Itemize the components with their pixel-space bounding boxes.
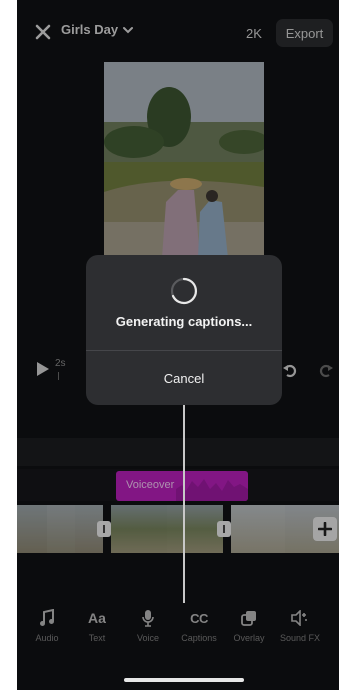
clip-thumbnail: [47, 505, 75, 553]
dialog-title: Generating captions...: [115, 314, 253, 329]
tool-audio[interactable]: Audio: [22, 608, 72, 643]
resolution-selector[interactable]: 2K: [246, 26, 262, 41]
text-aa-icon: Aa: [88, 610, 106, 626]
microphone-icon: [142, 610, 154, 627]
clip-trim-handle[interactable]: [217, 521, 231, 537]
music-note-icon: [40, 609, 54, 626]
tool-voice[interactable]: Voice: [123, 608, 173, 643]
undo-icon[interactable]: [282, 362, 298, 378]
tool-label: Audio: [35, 633, 59, 643]
video-preview[interactable]: [104, 62, 264, 258]
top-bar: Girls Day 2K Export: [17, 14, 339, 50]
cc-icon: CC: [190, 610, 208, 626]
clip-thumbnail: [17, 505, 47, 553]
playhead[interactable]: [183, 405, 185, 603]
clip-thumbnail: [111, 505, 167, 553]
cancel-button[interactable]: Cancel: [86, 351, 282, 405]
tool-label: Voice: [136, 633, 160, 643]
bottom-toolbar: Audio Aa Text Voice CC Captions Overlay …: [17, 608, 339, 648]
plus-icon: [318, 522, 332, 536]
project-title: Girls Day: [61, 22, 119, 37]
video-clip[interactable]: [17, 505, 103, 553]
tool-label: Sound FX: [279, 633, 321, 643]
preview-image: [104, 62, 264, 258]
project-title-dropdown[interactable]: Girls Day: [61, 22, 134, 37]
voiceover-clip[interactable]: Voiceover: [116, 471, 248, 501]
app-screen: Girls Day 2K Export 2s Voiceover Audio A…: [17, 0, 339, 690]
home-indicator[interactable]: [124, 678, 244, 682]
play-icon[interactable]: [36, 361, 50, 377]
tool-sound-fx[interactable]: Sound FX: [275, 608, 325, 643]
clip-thumbnail: [167, 505, 223, 553]
export-button[interactable]: Export: [276, 19, 333, 47]
timeline-track-empty[interactable]: [17, 438, 339, 466]
add-clip-button[interactable]: [313, 517, 337, 541]
close-icon[interactable]: [35, 24, 51, 40]
video-track[interactable]: [17, 505, 339, 553]
video-clip[interactable]: [111, 505, 223, 553]
clip-trim-handle[interactable]: [97, 521, 111, 537]
sound-fx-icon: [291, 610, 307, 626]
tool-text[interactable]: Aa Text: [72, 608, 122, 643]
tool-overlay[interactable]: Overlay: [224, 608, 274, 643]
time-marker: 2s: [55, 358, 66, 369]
redo-icon[interactable]: [318, 362, 334, 378]
overlay-icon: [241, 611, 256, 626]
tool-label: Text: [88, 633, 106, 643]
chevron-down-icon: [123, 26, 134, 33]
tool-label: Overlay: [233, 633, 265, 643]
clip-thumbnail: [231, 505, 285, 553]
loading-spinner-icon: [170, 277, 198, 305]
tool-captions[interactable]: CC Captions: [174, 608, 224, 644]
tool-label: Captions: [181, 633, 217, 643]
voiceover-label: Voiceover: [126, 479, 175, 491]
captions-progress-dialog: Generating captions... Cancel: [86, 255, 282, 405]
time-tick: [58, 372, 59, 380]
